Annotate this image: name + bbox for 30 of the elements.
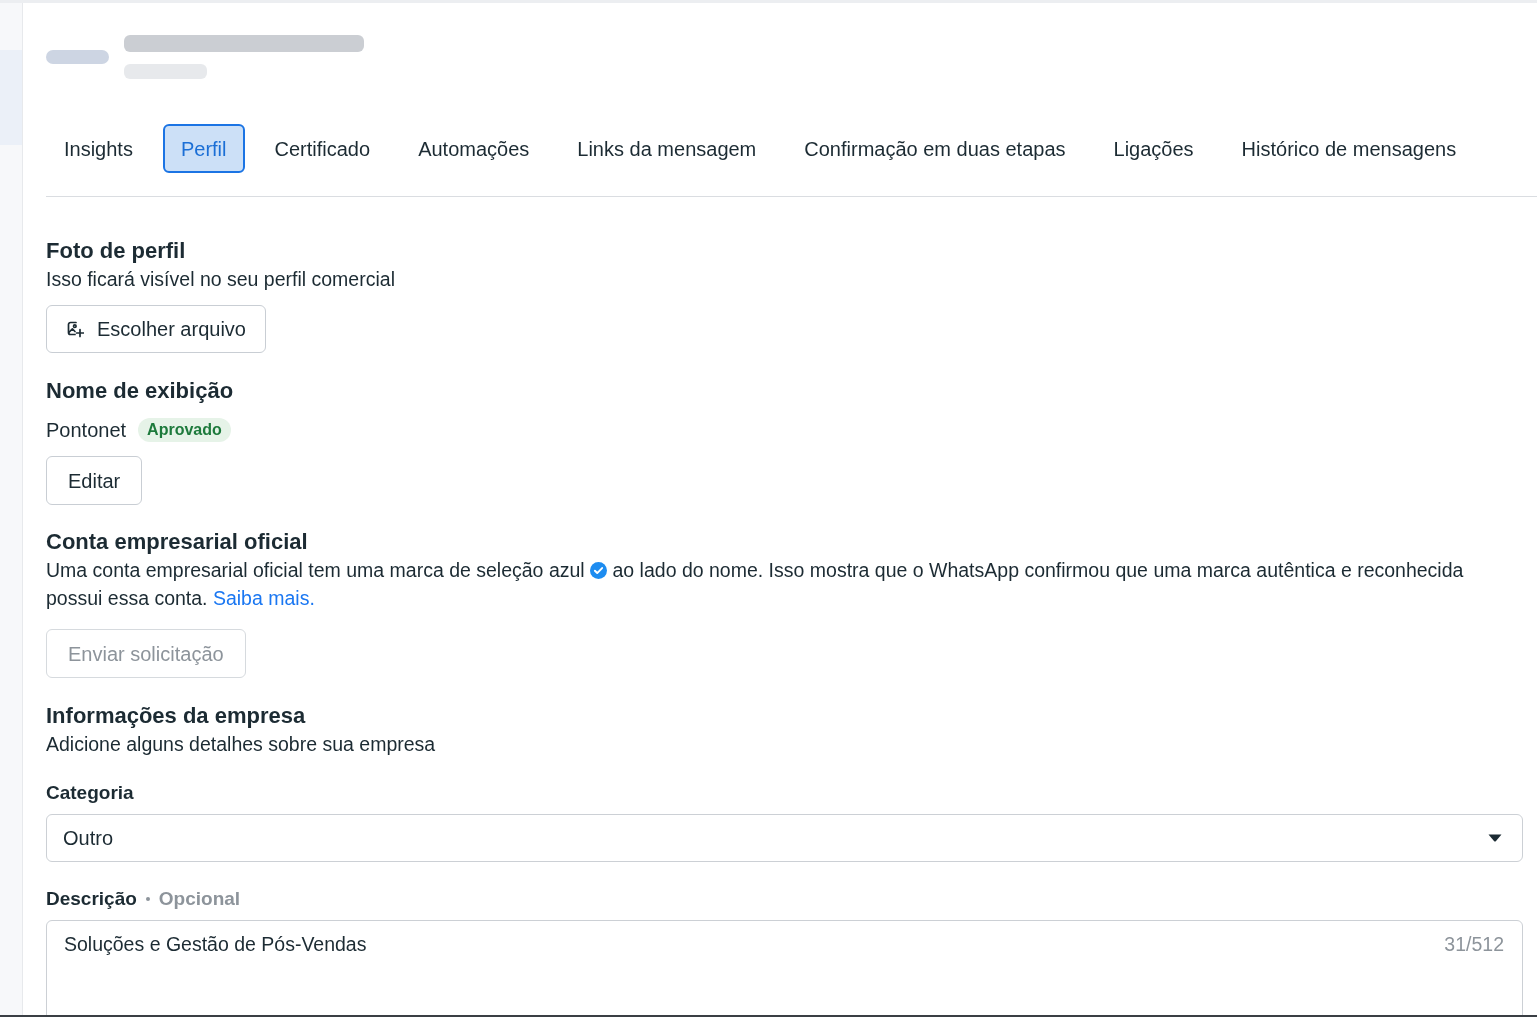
image-add-icon	[66, 320, 84, 338]
edit-button[interactable]: Editar	[46, 456, 143, 505]
field-label: Categoria	[46, 781, 134, 805]
tab[interactable]: Certificado	[256, 124, 389, 173]
display-name: Pontonet	[46, 418, 127, 443]
tab[interactable]: Histórico de mensagens	[1223, 124, 1475, 173]
status-badge: Aprovado	[138, 418, 231, 442]
blurred-label	[46, 50, 109, 64]
tab[interactable]: Perfil	[162, 124, 245, 173]
section-title: Nome de exibição	[46, 377, 234, 405]
section-subtitle: Isso ficará visível no seu perfil comercial	[46, 267, 395, 292]
section-title: Informações da empresa	[46, 702, 306, 730]
section-title: Conta empresarial oficial	[46, 528, 308, 556]
character-counter: 31/512	[1444, 932, 1504, 956]
tab[interactable]: Insights	[46, 124, 151, 173]
caret-down-icon	[1488, 834, 1502, 842]
official-account-description: Uma conta empresarial oficial tem uma marca de seleção azul ao lado do nome. Isso mostra que o WhatsApp confirmou que uma marca autêntica e reconhecida possui essa conta. Saiba mais.	[46, 558, 1465, 611]
field-label: Descrição	[46, 887, 137, 911]
category-select[interactable]: Outro	[46, 814, 1523, 862]
tab[interactable]: Links da mensagem	[559, 124, 775, 173]
description-field[interactable]: Soluções e Gestão de Pós-Vendas 31/512	[46, 920, 1523, 1015]
learn-more-link[interactable]: Saiba mais.	[212, 587, 315, 609]
optional-label: Opcional	[158, 887, 241, 911]
section-title: Foto de perfil	[46, 237, 186, 265]
tab[interactable]: Ligações	[1095, 124, 1212, 173]
choose-file-button[interactable]: Escolher arquivo	[46, 305, 266, 353]
verified-check-icon	[590, 562, 608, 579]
tab[interactable]: Confirmação em duas etapas	[786, 124, 1084, 173]
section-subtitle: Adicione alguns detalhes sobre sua empresa	[46, 732, 436, 757]
tab[interactable]: Automações	[400, 124, 548, 173]
